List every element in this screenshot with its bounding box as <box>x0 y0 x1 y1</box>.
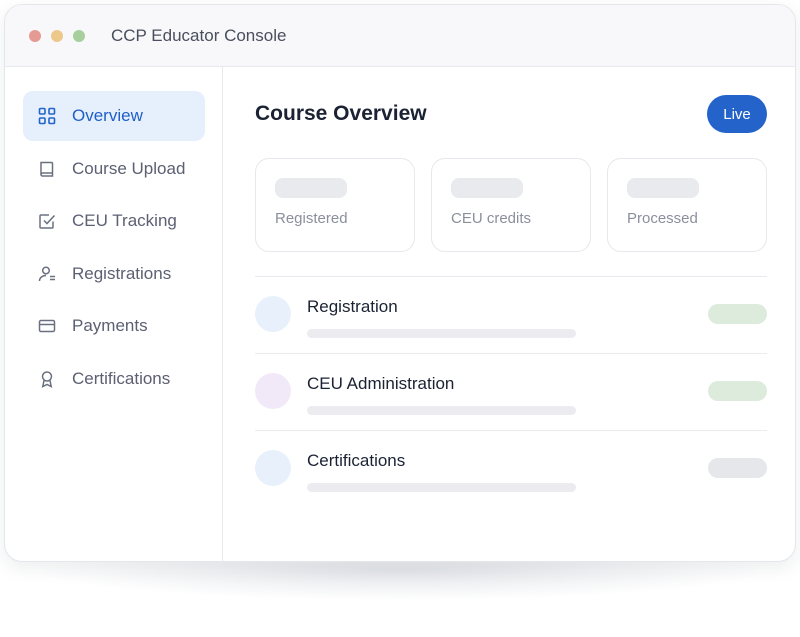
sidebar-item-registrations[interactable]: Registrations <box>23 249 205 299</box>
status-badge <box>708 458 767 478</box>
sidebar-item-label: Registrations <box>72 263 172 283</box>
close-window-button[interactable] <box>29 29 41 42</box>
list: Registration CEU Administration Certific… <box>255 276 767 508</box>
sidebar-item-label: Certifications <box>72 368 171 388</box>
stat-value-placeholder <box>451 178 523 198</box>
status-badge <box>708 304 767 324</box>
live-button[interactable]: Live <box>707 95 767 133</box>
list-item-progress-placeholder <box>307 406 576 415</box>
stat-value-placeholder <box>275 178 347 198</box>
sidebar-item-ceu-tracking[interactable]: CEU Tracking <box>23 196 205 246</box>
list-item-progress-placeholder <box>307 329 576 338</box>
grid-icon <box>37 106 57 126</box>
user-icon <box>37 264 57 284</box>
main-content: Course Overview Live Registered CEU cred… <box>223 67 795 561</box>
list-item-title: Certifications <box>307 451 406 470</box>
sidebar-item-label: Course Upload <box>72 158 186 178</box>
minimize-window-button[interactable] <box>51 29 63 42</box>
sidebar-item-label: Overview <box>72 106 143 125</box>
stat-card-ceu-credits: CEU credits <box>431 158 591 252</box>
stat-card-processed: Processed <box>607 158 767 252</box>
checkbox-icon <box>37 211 57 231</box>
sidebar: Overview Course Upload CEU Tracking Regi… <box>5 67 223 561</box>
stat-label: CEU credits <box>451 210 532 227</box>
avatar <box>255 450 291 486</box>
sidebar-item-label: Payments <box>72 316 148 335</box>
list-item[interactable]: CEU Administration <box>255 354 767 431</box>
avatar <box>255 296 291 332</box>
maximize-window-button[interactable] <box>73 29 85 42</box>
avatar <box>255 373 291 409</box>
book-icon <box>37 159 57 179</box>
list-item[interactable]: Certifications <box>255 431 767 508</box>
list-item[interactable]: Registration <box>255 277 767 354</box>
list-item-title: Registration <box>307 297 398 316</box>
sidebar-item-payments[interactable]: Payments <box>23 301 205 351</box>
sidebar-item-overview[interactable]: Overview <box>23 91 205 141</box>
award-icon <box>37 369 57 389</box>
list-item-progress-placeholder <box>307 483 576 492</box>
card-icon <box>37 316 57 336</box>
sidebar-item-label: CEU Tracking <box>72 211 177 230</box>
stat-label: Registered <box>275 210 348 227</box>
status-badge <box>708 381 767 401</box>
stat-card-registered: Registered <box>255 158 415 252</box>
list-item-title: CEU Administration <box>307 374 455 393</box>
stats-row: Registered CEU credits Processed <box>255 158 767 252</box>
stat-value-placeholder <box>627 178 699 198</box>
stat-label: Processed <box>627 210 698 227</box>
sidebar-item-certifications[interactable]: Certifications <box>23 354 205 404</box>
page-title: Course Overview <box>255 102 427 125</box>
sidebar-item-course-upload[interactable]: Course Upload <box>23 144 205 194</box>
app-window: CCP Educator Console Overview Course Upl… <box>4 4 796 562</box>
window-title: CCP Educator Console <box>111 25 287 45</box>
title-bar: CCP Educator Console <box>5 5 795 67</box>
